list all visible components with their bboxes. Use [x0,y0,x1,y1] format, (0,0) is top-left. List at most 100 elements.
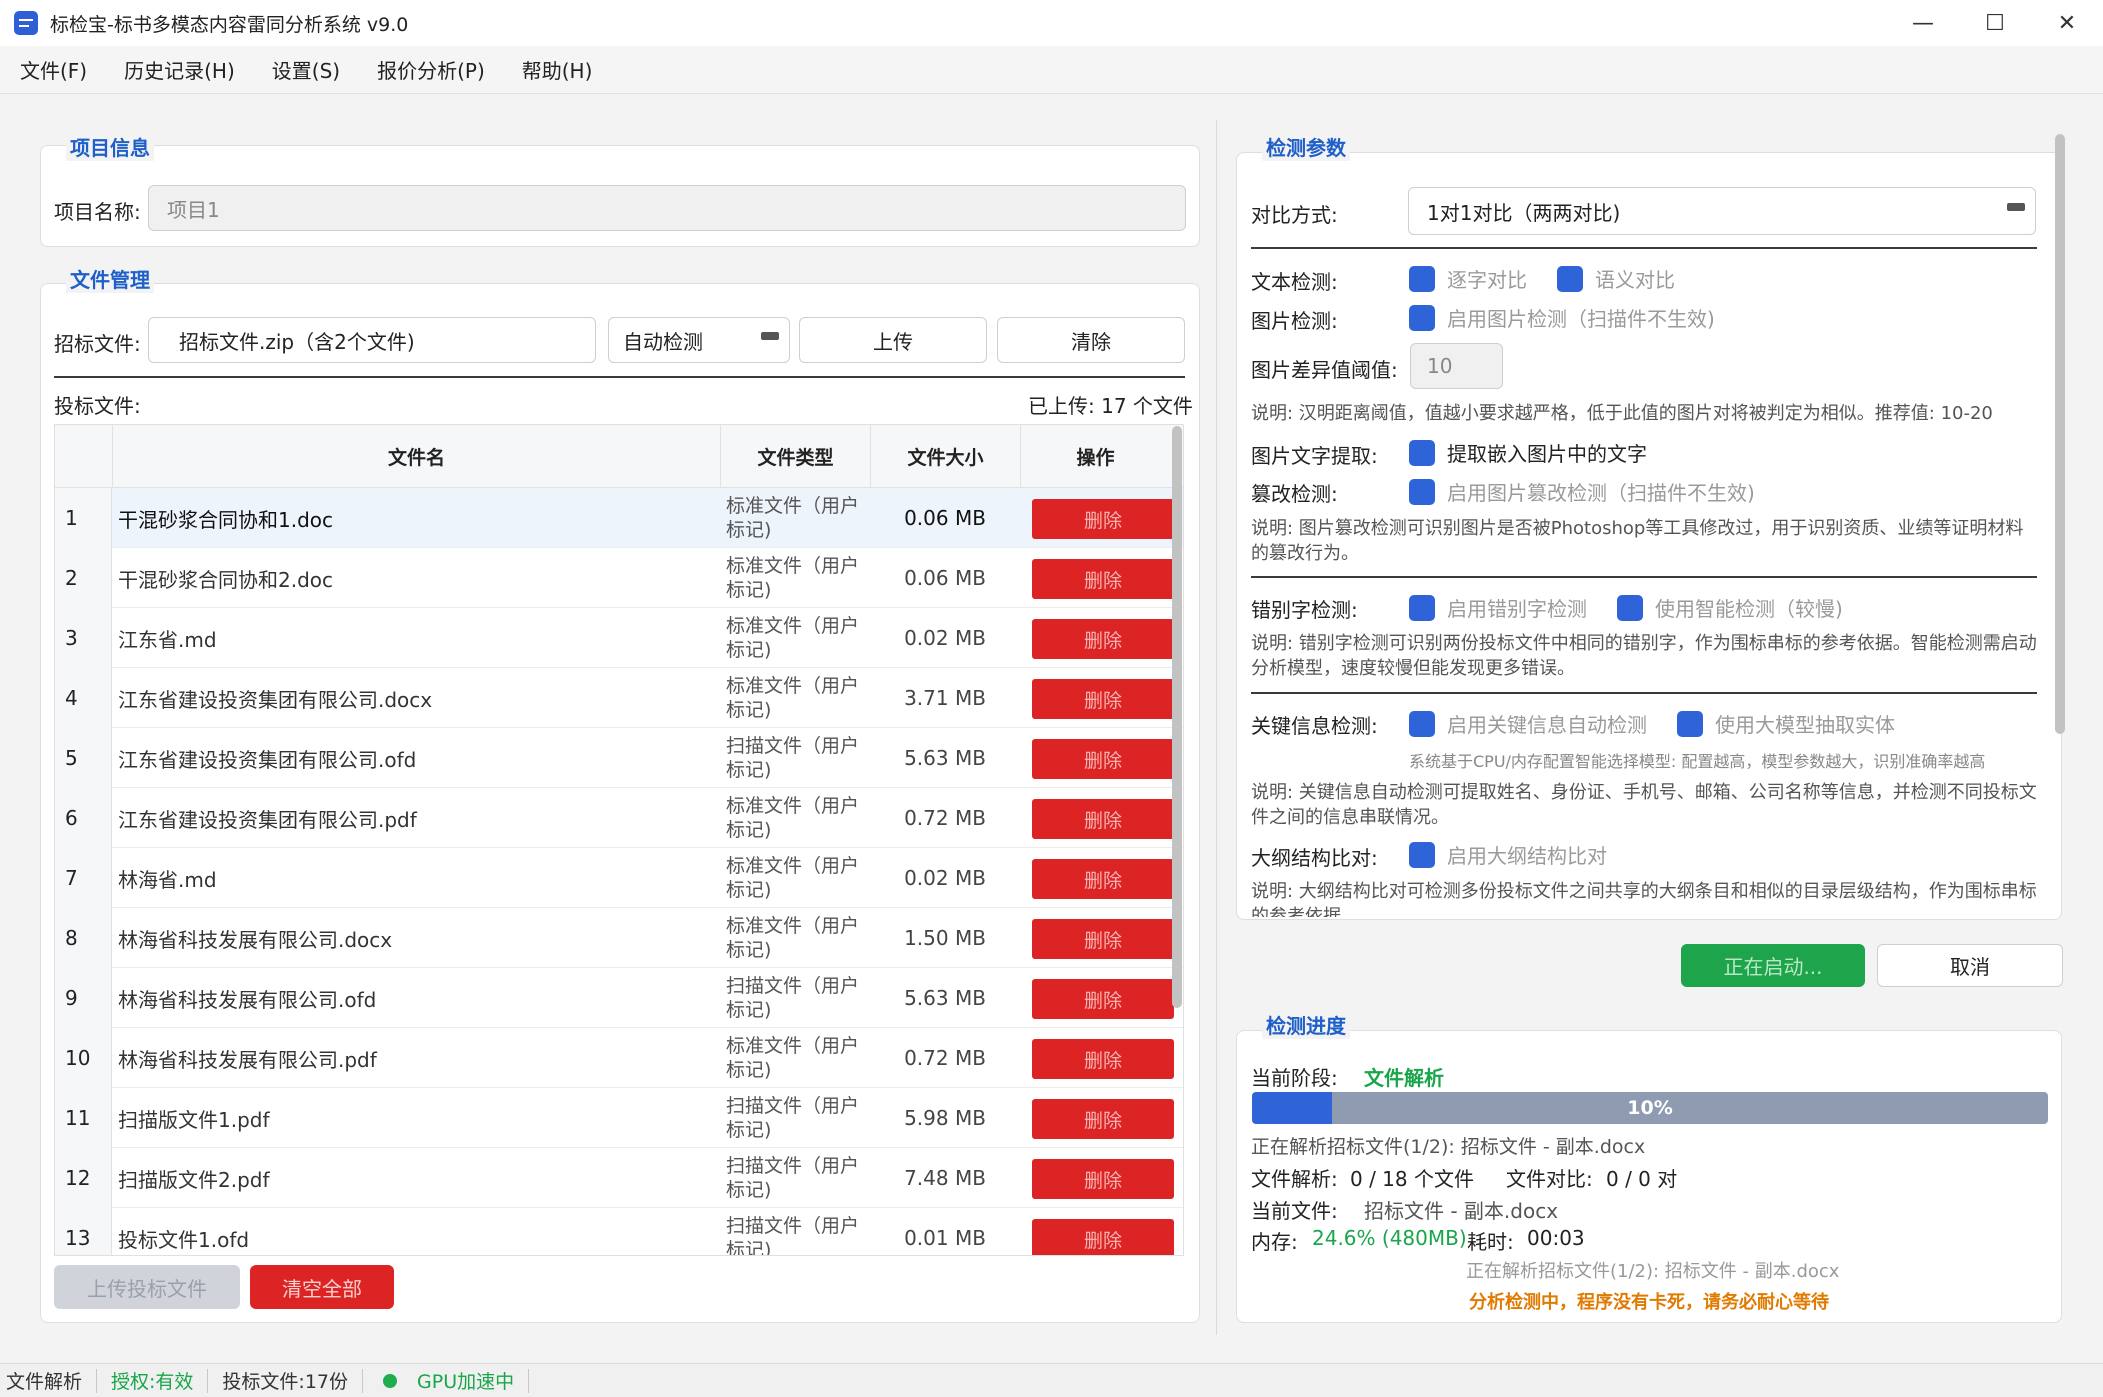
progress-status-line: 正在解析招标文件(1/2): 招标文件 - 副本.docx [1251,1136,1646,1158]
row-index: 8 [55,908,112,968]
header-filetype[interactable]: 文件类型 [720,425,870,488]
smart-detect-checkbox[interactable] [1617,594,1643,621]
ocr-checkbox[interactable] [1409,439,1435,466]
table-row[interactable]: 4 江东省建设投资集团有限公司.docx 标准文件（用户标记) 3.71 MB 删除 [55,668,1183,728]
semantic-compare-checkbox[interactable] [1557,265,1583,292]
delete-row-button[interactable]: 删除 [1032,979,1174,1019]
table-row[interactable]: 1 干混砂浆合同协和1.doc 标准文件（用户标记) 0.06 MB 删除 [55,488,1183,548]
delete-row-button[interactable]: 删除 [1032,799,1174,839]
table-row[interactable]: 7 林海省.md 标准文件（用户标记) 0.02 MB 删除 [55,848,1183,908]
table-row[interactable]: 2 干混砂浆合同协和2.doc 标准文件（用户标记) 0.06 MB 删除 [55,548,1183,608]
row-filetype: 标准文件（用户标记) [726,495,860,541]
minimize-button[interactable]: — [1887,0,1959,46]
table-row[interactable]: 9 林海省科技发展有限公司.ofd 扫描文件（用户标记) 5.63 MB 删除 [55,968,1183,1028]
row-filetype: 扫描文件（用户标记) [726,1215,860,1256]
table-scrollbar[interactable] [1172,426,1182,1008]
cancel-button[interactable]: 取消 [1877,944,2063,987]
delete-row-button[interactable]: 删除 [1032,1099,1174,1139]
row-filesize: 0.06 MB [904,506,986,530]
table-row[interactable]: 10 林海省科技发展有限公司.pdf 标准文件（用户标记) 0.72 MB 删除 [55,1028,1183,1088]
project-name-input[interactable]: 项目1 [148,185,1186,231]
status-bid-count: 投标文件:17份 [216,1368,364,1393]
llm-extract-checkbox[interactable] [1677,710,1703,737]
header-filename[interactable]: 文件名 [112,425,720,488]
table-row[interactable]: 8 林海省科技发展有限公司.docx 标准文件（用户标记) 1.50 MB 删除 [55,908,1183,968]
row-index: 12 [55,1148,112,1208]
typo-label: 错别字检测: [1251,598,1358,622]
char-compare-checkbox[interactable] [1409,265,1435,292]
row-filesize: 0.06 MB [904,566,986,590]
params-scrollbar[interactable] [2055,134,2065,734]
delete-row-button[interactable]: 删除 [1032,559,1174,599]
separator-line [1251,692,2037,694]
menu-file[interactable]: 文件(F) [20,55,87,84]
row-filesize: 7.48 MB [904,1166,986,1190]
tamper-opt-label: 启用图片篡改检测（扫描件不生效) [1447,481,1755,505]
compare-mode-select[interactable]: 1对1对比（两两对比) [1408,187,2036,235]
header-filesize[interactable]: 文件大小 [870,425,1020,488]
delete-row-button[interactable]: 删除 [1032,1039,1174,1079]
image-detect-label: 图片检测: [1251,309,1338,333]
row-filesize: 0.02 MB [904,866,986,890]
table-row[interactable]: 3 江东省.md 标准文件（用户标记) 0.02 MB 删除 [55,608,1183,668]
tender-file-field[interactable]: 招标文件.zip（含2个文件) [148,317,596,363]
delete-row-button[interactable]: 删除 [1032,679,1174,719]
row-index: 13 [55,1208,112,1255]
key-info-checkbox[interactable] [1409,710,1435,737]
menu-help[interactable]: 帮助(H) [522,55,593,84]
outline-note: 说明: 大纲结构比对可检测多份投标文件之间共享的大纲条目和相似的目录层级结构，作… [1251,881,2037,917]
status-license: 授权:有效 [105,1368,209,1393]
row-filesize: 3.71 MB [904,686,986,710]
stage-value: 文件解析 [1364,1066,1444,1090]
table-row[interactable]: 13 投标文件1.ofd 扫描文件（用户标记) 0.01 MB 删除 [55,1208,1183,1256]
menu-history[interactable]: 历史记录(H) [124,55,235,84]
close-button[interactable]: ✕ [2031,0,2103,46]
elapsed-label: 耗时: [1467,1230,1514,1254]
table-row[interactable]: 5 江东省建设投资集团有限公司.ofd 扫描文件（用户标记) 5.63 MB 删除 [55,728,1183,788]
image-detect-checkbox[interactable] [1409,304,1435,331]
uploaded-count: 已上传: 17 个文件 [1028,394,1193,418]
progress-percent: 10% [1627,1097,1673,1119]
clear-tender-button[interactable]: 清除 [997,317,1185,363]
row-filetype: 标准文件（用户标记) [726,795,860,841]
row-index: 10 [55,1028,112,1088]
delete-row-button[interactable]: 删除 [1032,619,1174,659]
row-index: 3 [55,608,112,668]
detect-mode-select[interactable]: 自动检测 [608,317,790,363]
delete-row-button[interactable]: 删除 [1032,859,1174,899]
table-row[interactable]: 6 江东省建设投资集团有限公司.pdf 标准文件（用户标记) 0.72 MB 删除 [55,788,1183,848]
delete-row-button[interactable]: 删除 [1032,1159,1174,1199]
menu-price-analysis[interactable]: 报价分析(P) [377,55,485,84]
separator-line [54,376,1185,378]
upload-tender-button[interactable]: 上传 [799,317,987,363]
typo-checkbox[interactable] [1409,594,1435,621]
project-info-title: 项目信息 [66,132,154,161]
start-detection-button[interactable]: 正在启动... [1681,944,1865,987]
tamper-options: 启用图片篡改检测（扫描件不生效) [1409,477,1785,506]
menu-settings[interactable]: 设置(S) [272,55,340,84]
row-filetype: 标准文件（用户标记) [726,1035,860,1081]
row-filetype: 标准文件（用户标记) [726,615,860,661]
delete-row-button[interactable]: 删除 [1032,739,1174,779]
upload-bids-button[interactable]: 上传投标文件 [54,1265,240,1309]
tamper-checkbox[interactable] [1409,478,1435,505]
outline-checkbox[interactable] [1409,841,1435,868]
row-filesize: 0.72 MB [904,1046,986,1070]
table-row[interactable]: 12 扫描版文件2.pdf 扫描文件（用户标记) 7.48 MB 删除 [55,1148,1183,1208]
parse-label: 文件解析: [1251,1167,1338,1191]
row-filename: 投标文件1.ofd [118,1227,250,1252]
maximize-button[interactable]: ☐ [1959,0,2031,46]
delete-row-button[interactable]: 删除 [1032,919,1174,959]
row-filename: 干混砂浆合同协和1.doc [118,507,334,532]
delete-row-button[interactable]: 删除 [1032,499,1174,539]
threshold-label: 图片差异值阈值: [1251,358,1398,382]
threshold-note: 说明: 汉明距离阈值，值越小要求越严格，低于此值的图片对将被判定为相似。推荐值:… [1251,403,1993,424]
ocr-label: 图片文字提取: [1251,444,1378,468]
threshold-input[interactable]: 10 [1410,343,1503,389]
delete-row-button[interactable]: 删除 [1032,1219,1174,1255]
window-controls: — ☐ ✕ [1887,0,2103,46]
row-index: 5 [55,728,112,788]
clear-all-button[interactable]: 清空全部 [250,1265,394,1309]
row-filesize: 5.63 MB [904,986,986,1010]
table-row[interactable]: 11 扫描版文件1.pdf 扫描文件（用户标记) 5.98 MB 删除 [55,1088,1183,1148]
